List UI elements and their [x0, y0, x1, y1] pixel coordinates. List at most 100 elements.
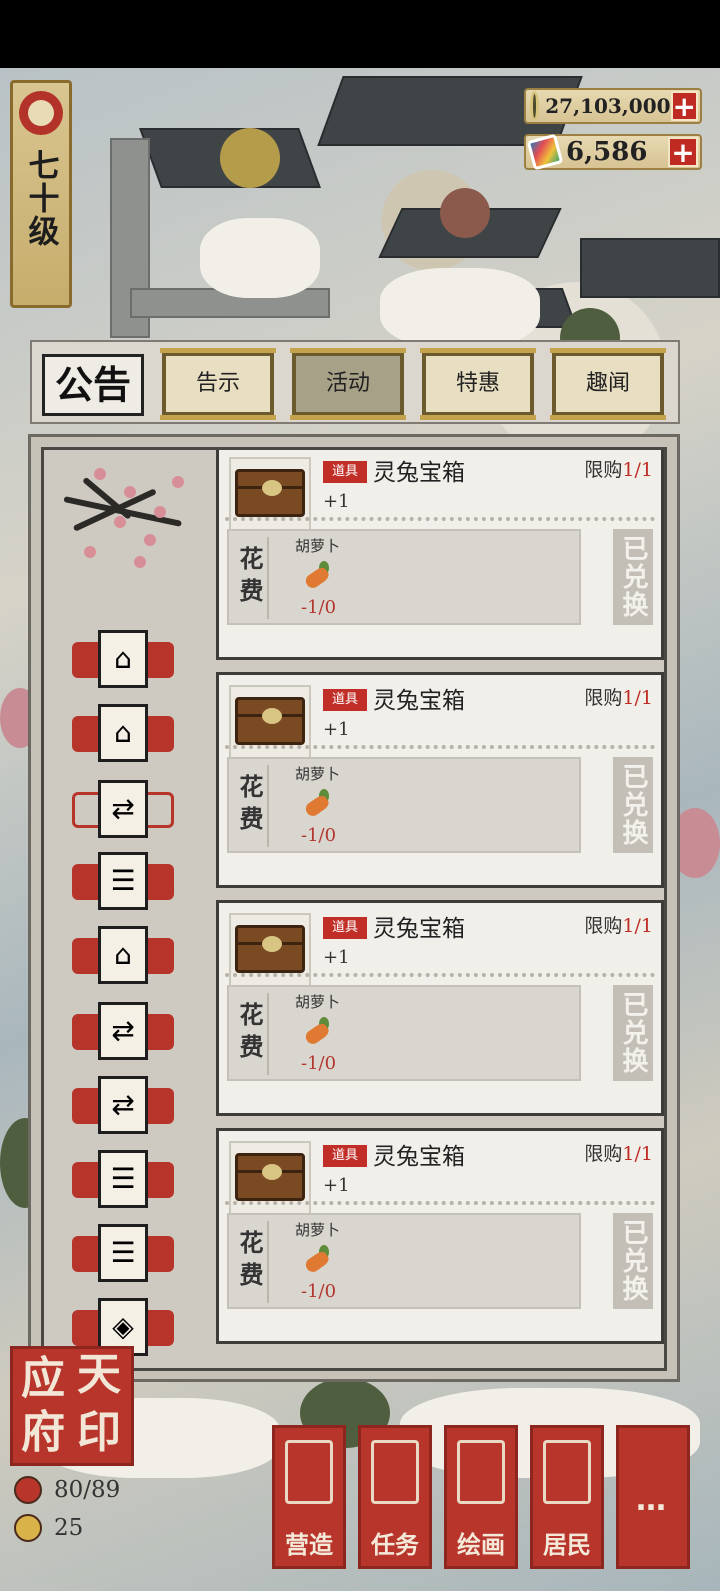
cost-item-name: 胡萝卜 [295, 765, 341, 783]
item-quantity: +1 [323, 719, 350, 740]
sidebar-event-3[interactable]: ⇄ [72, 780, 174, 838]
menu-more-button[interactable]: … [616, 1425, 690, 1569]
tab-deals[interactable]: 特惠 [420, 348, 536, 420]
task-book-icon [371, 1440, 419, 1504]
sidebar-card: ⇄ [98, 1076, 148, 1134]
item-type-tag: 道具 [323, 1145, 367, 1167]
city-seal[interactable]: 应 天 府 印 [10, 1346, 134, 1466]
seal-char: 应 [21, 1353, 65, 1404]
exchange-icon: ⇄ [111, 1088, 135, 1121]
plum-blossom-decoration [54, 456, 194, 576]
item-type-tag: 道具 [323, 917, 367, 939]
build-icon [285, 1440, 333, 1504]
item-name: 灵兔宝箱 [373, 1144, 465, 1170]
card-value: 6,586 [566, 137, 648, 167]
menu-label: 绘画 [457, 1530, 505, 1559]
seal-char: 府 [21, 1407, 65, 1458]
purchase-limit: 限购1/1 [584, 683, 653, 710]
notice-header: 公告 告示 活动 特惠 趣闻 [30, 340, 680, 424]
cost-item-name: 胡萝卜 [295, 537, 341, 555]
level-text: 七十级 [22, 149, 59, 248]
item-name: 灵兔宝箱 [373, 460, 465, 486]
sidebar-event-9[interactable]: ☰ [72, 1224, 174, 1282]
sidebar-card: ⌂ [98, 630, 148, 688]
cost-box: 花费 胡萝卜 -1/0 [227, 757, 581, 853]
cost-box: 花费 胡萝卜 -1/0 [227, 1213, 581, 1309]
item-quantity: +1 [323, 491, 350, 512]
exchanged-button[interactable]: 已兑换 [613, 757, 653, 853]
cost-label: 花费 [233, 765, 269, 847]
menu-label: 营造 [285, 1530, 333, 1559]
scroll-icon: ☰ [110, 1162, 136, 1195]
sidebar-event-5[interactable]: ⌂ [72, 926, 174, 984]
population-stat[interactable]: 80/89 [14, 1474, 120, 1506]
menu-residents-button[interactable]: 居民 [530, 1425, 604, 1569]
menu-build-button[interactable]: 营造 [272, 1425, 346, 1569]
menu-tasks-button[interactable]: 任务 [358, 1425, 432, 1569]
cost-label: 花费 [233, 993, 269, 1075]
cost-value: -1/0 [301, 1053, 337, 1074]
item-type-tag: 道具 [323, 461, 367, 483]
divider [225, 1201, 655, 1205]
sidebar-event-2[interactable]: ⌂ [72, 704, 174, 762]
seal-char: 印 [77, 1407, 121, 1458]
sidebar-card: ☰ [98, 1150, 148, 1208]
sidebar-event-8[interactable]: ☰ [72, 1150, 174, 1208]
coin-icon [530, 91, 540, 121]
coin-counter: 27,103,000 + [524, 88, 702, 124]
exchange-item: 道具 灵兔宝箱 限购1/1 +1 花费 胡萝卜 -1/0 已兑换 [216, 900, 664, 1116]
sidebar-event-6[interactable]: ⇄ [72, 1002, 174, 1060]
level-badge[interactable]: 七十级 [10, 80, 72, 308]
sidebar-event-7[interactable]: ⇄ [72, 1076, 174, 1134]
cost-item-name: 胡萝卜 [295, 1221, 341, 1239]
treasure-chest-icon [235, 469, 305, 517]
cost-label: 花费 [233, 1221, 269, 1303]
exchanged-button[interactable]: 已兑换 [613, 529, 653, 625]
exchange-list[interactable]: 道具 灵兔宝箱 限购1/1 +1 花费 胡萝卜 -1/0 已兑换 道具 灵兔宝箱 限购1/1 +1 花费… [216, 450, 664, 1350]
tab-notices[interactable]: 告示 [160, 348, 276, 420]
exchanged-button[interactable]: 已兑换 [613, 1213, 653, 1309]
limit-label: 限购 [584, 915, 623, 937]
sidebar-card: ⌂ [98, 704, 148, 762]
cost-value: -1/0 [301, 597, 337, 618]
cost-label: 花费 [233, 537, 269, 619]
menu-label: 居民 [543, 1530, 591, 1559]
add-cards-button[interactable]: + [668, 137, 698, 167]
divider [225, 517, 655, 521]
menu-painting-button[interactable]: 绘画 [444, 1425, 518, 1569]
divider [225, 973, 655, 977]
exchange-item: 道具 灵兔宝箱 限购1/1 +1 花费 胡萝卜 -1/0 已兑换 [216, 1128, 664, 1344]
event-panel-inner: ⌂ ⌂ ⇄ ☰ ⌂ ⇄ ⇄ ☰ ☰ ◈ 道具 灵兔宝箱 限购1/1 +1 花费 胡萝卜 -1/0 已兑换 道具 灵兔… [41, 447, 667, 1371]
exchanged-button[interactable]: 已兑换 [613, 985, 653, 1081]
notice-title: 公告 [42, 354, 144, 416]
carrot-icon [301, 1017, 331, 1051]
sidebar-event-4[interactable]: ☰ [72, 852, 174, 910]
house-icon: ⌂ [114, 938, 132, 971]
event-sidebar: ⌂ ⌂ ⇄ ☰ ⌂ ⇄ ⇄ ☰ ☰ ◈ [44, 450, 204, 1368]
gem-card-icon: ◈ [112, 1310, 134, 1343]
treasure-chest-icon [235, 1153, 305, 1201]
add-coins-button[interactable]: + [670, 91, 698, 121]
painting-scroll-icon [457, 1440, 505, 1504]
sidebar-event-1[interactable]: ⌂ [72, 630, 174, 688]
resident-icon [543, 1440, 591, 1504]
tab-events[interactable]: 活动 [290, 348, 406, 420]
item-type-tag: 道具 [323, 689, 367, 711]
menu-label: 任务 [371, 1530, 419, 1559]
exchange-item: 道具 灵兔宝箱 限购1/1 +1 花费 胡萝卜 -1/0 已兑换 [216, 672, 664, 888]
more-icon: … [636, 1483, 670, 1518]
purchase-limit: 限购1/1 [584, 455, 653, 482]
limit-value: 1/1 [622, 687, 653, 709]
item-name: 灵兔宝箱 [373, 916, 465, 942]
resident-stat[interactable]: 25 [14, 1512, 83, 1544]
resident-face-icon [14, 1514, 42, 1542]
coin-value: 27,103,000 [545, 94, 671, 118]
exchange-item: 道具 灵兔宝箱 限购1/1 +1 花费 胡萝卜 -1/0 已兑换 [216, 450, 664, 660]
tab-news[interactable]: 趣闻 [550, 348, 666, 420]
exchange-icon: ⇄ [111, 1014, 135, 1047]
limit-value: 1/1 [622, 915, 653, 937]
cost-value: -1/0 [301, 1281, 337, 1302]
cost-item-name: 胡萝卜 [295, 993, 341, 1011]
limit-label: 限购 [584, 687, 623, 709]
resident-value: 25 [54, 1515, 84, 1541]
